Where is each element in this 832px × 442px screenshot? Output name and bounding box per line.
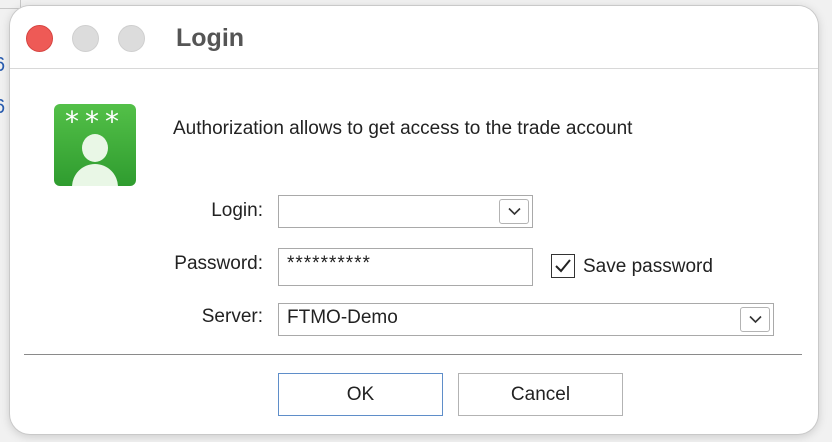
- window-title: Login: [176, 24, 245, 52]
- save-password-label[interactable]: Save password: [583, 256, 713, 278]
- chevron-down-icon: [749, 315, 762, 324]
- server-label: Server:: [201, 306, 263, 327]
- checkmark-icon: [555, 259, 571, 273]
- close-icon[interactable]: [26, 25, 53, 52]
- save-password-checkbox[interactable]: [551, 254, 575, 278]
- minimize-icon[interactable]: [72, 25, 99, 52]
- login-dialog: Login *** Authorization allows to get ac…: [10, 6, 818, 434]
- server-value: FTMO-Demo: [287, 307, 398, 328]
- zoom-icon[interactable]: [118, 25, 145, 52]
- password-label: Password:: [174, 253, 263, 274]
- login-dropdown-button[interactable]: [499, 199, 529, 224]
- ok-button[interactable]: OK: [278, 373, 443, 416]
- server-dropdown-button[interactable]: [740, 307, 770, 332]
- login-label: Login:: [211, 200, 263, 221]
- background-text: 6: [0, 96, 5, 119]
- intro-text: Authorization allows to get access to th…: [173, 118, 633, 139]
- user-credentials-icon: ***: [54, 104, 136, 186]
- divider: [24, 354, 802, 355]
- titlebar: Login: [10, 6, 818, 69]
- password-field[interactable]: **********: [278, 248, 533, 286]
- background-text: 6: [0, 54, 5, 77]
- login-combobox[interactable]: [278, 195, 533, 228]
- icon-stars: ***: [65, 105, 125, 138]
- cancel-button[interactable]: Cancel: [458, 373, 623, 416]
- icon-body: [72, 164, 118, 186]
- server-combobox[interactable]: FTMO-Demo: [278, 303, 774, 336]
- chevron-down-icon: [508, 207, 521, 216]
- icon-head: [82, 134, 108, 162]
